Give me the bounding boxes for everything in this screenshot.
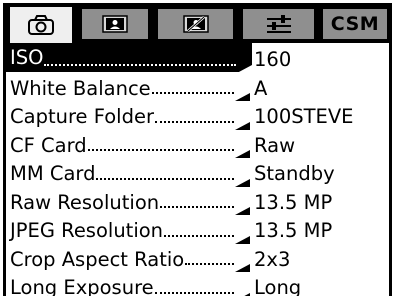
tab-playback[interactable] bbox=[81, 8, 149, 40]
menu-item-label-group: Capture Folder bbox=[10, 105, 250, 130]
submenu-arrow-icon bbox=[235, 286, 250, 296]
menu-item-value: 13.5 MP bbox=[254, 219, 333, 242]
menu-frame: CSM ISO 160 White Balance A Capture Folder 10… bbox=[3, 3, 392, 296]
leader-dots bbox=[96, 177, 234, 180]
menu-item-value: Long bbox=[254, 276, 302, 296]
leader-dots bbox=[185, 263, 234, 265]
menu-item-cf-card[interactable]: CF Card Raw bbox=[6, 129, 389, 158]
menu-item-capture-folder[interactable]: Capture Folder 100STEVE bbox=[6, 100, 389, 130]
menu-list: ISO 160 White Balance A Capture Folder 100STE… bbox=[6, 43, 389, 296]
camera-icon bbox=[27, 14, 55, 36]
leader-dots bbox=[164, 234, 234, 237]
submenu-arrow-icon bbox=[237, 58, 252, 73]
menu-item-value: Standby bbox=[254, 162, 335, 185]
menu-item-value: 2x3 bbox=[254, 247, 291, 271]
menu-item-label: Capture Folder bbox=[10, 105, 154, 128]
playback-icon bbox=[100, 13, 130, 35]
menu-item-jpeg-resolution[interactable]: JPEG Resolution 13.5 MP bbox=[6, 214, 389, 244]
no-photo-icon bbox=[180, 13, 212, 35]
menu-item-value: 100STEVE bbox=[254, 105, 354, 128]
submenu-arrow-icon bbox=[235, 86, 250, 101]
leader-dots bbox=[44, 63, 236, 66]
submenu-arrow-icon bbox=[235, 257, 250, 272]
tab-settings[interactable] bbox=[242, 8, 315, 40]
menu-item-long-exposure[interactable]: Long Exposure Long bbox=[6, 271, 389, 296]
menu-item-label-group: CF Card bbox=[10, 133, 250, 158]
tab-camera[interactable] bbox=[9, 6, 73, 43]
submenu-arrow-icon bbox=[235, 115, 250, 130]
menu-item-label: ISO bbox=[10, 45, 44, 69]
submenu-arrow-icon bbox=[235, 229, 250, 244]
tab-no-photo[interactable] bbox=[157, 8, 234, 40]
menu-item-label-group: Raw Resolution bbox=[10, 190, 250, 215]
menu-item-value: A bbox=[254, 76, 268, 100]
tab-bar: CSM bbox=[3, 3, 392, 43]
submenu-arrow-icon bbox=[235, 200, 250, 215]
menu-item-white-balance[interactable]: White Balance A bbox=[6, 72, 389, 101]
leader-dots bbox=[87, 149, 234, 151]
menu-item-label: JPEG Resolution bbox=[10, 219, 164, 242]
menu-item-mm-card[interactable]: MM Card Standby bbox=[6, 157, 389, 187]
menu-item-label-group: ISO bbox=[6, 43, 252, 73]
menu-item-raw-resolution[interactable]: Raw Resolution 13.5 MP bbox=[6, 186, 389, 215]
menu-item-label-group: Long Exposure bbox=[10, 278, 250, 296]
menu-item-label: MM Card bbox=[10, 162, 96, 185]
csm-label: CSM bbox=[330, 13, 380, 35]
menu-item-value: 13.5 MP bbox=[254, 190, 333, 214]
menu-item-label: Long Exposure bbox=[10, 276, 154, 296]
menu-item-label-group: Crop Aspect Ratio bbox=[10, 247, 250, 272]
menu-item-label-group: White Balance bbox=[10, 76, 250, 101]
menu-item-label-group: JPEG Resolution bbox=[10, 219, 250, 244]
submenu-arrow-icon bbox=[235, 143, 250, 158]
menu-item-label: White Balance bbox=[10, 76, 151, 100]
menu-item-label: CF Card bbox=[10, 133, 87, 157]
menu-item-label-group: MM Card bbox=[10, 162, 250, 187]
menu-item-crop-aspect-ratio[interactable]: Crop Aspect Ratio 2x3 bbox=[6, 243, 389, 272]
tab-csm[interactable]: CSM bbox=[322, 8, 388, 40]
leader-dots bbox=[151, 92, 234, 94]
menu-item-iso[interactable]: ISO 160 bbox=[6, 43, 389, 73]
submenu-arrow-icon bbox=[235, 172, 250, 187]
menu-item-value: 160 bbox=[254, 48, 292, 71]
leader-dots bbox=[160, 206, 234, 208]
menu-item-label: Crop Aspect Ratio bbox=[10, 247, 185, 271]
leader-dots bbox=[154, 291, 234, 294]
settings-sliders-icon bbox=[264, 13, 294, 35]
leader-dots bbox=[155, 120, 234, 123]
menu-item-value: Raw bbox=[254, 133, 296, 157]
menu-item-label: Raw Resolution bbox=[10, 190, 160, 214]
